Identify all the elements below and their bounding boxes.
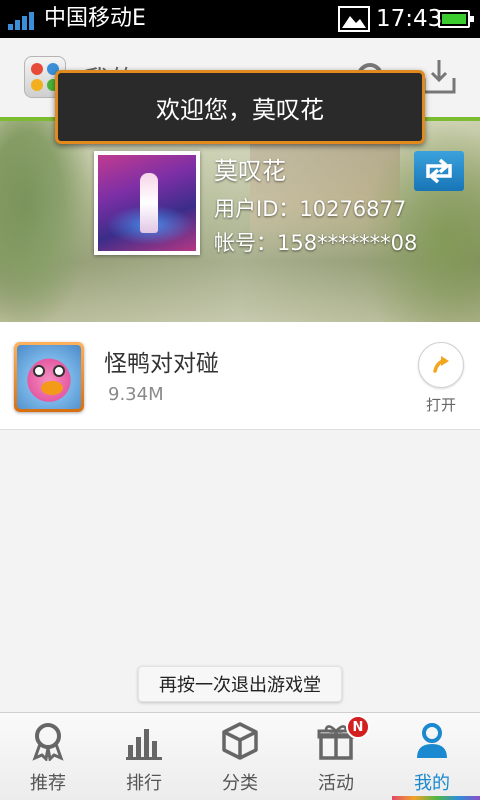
- game-name: 怪鸭对对碰: [104, 351, 219, 377]
- active-tab-indicator: [392, 796, 480, 800]
- tab-mine[interactable]: 我的: [384, 713, 480, 800]
- avatar[interactable]: [94, 151, 200, 255]
- tab-label: 分类: [222, 773, 258, 794]
- tab-category[interactable]: 分类: [192, 713, 288, 800]
- tab-activity[interactable]: N 活动: [288, 713, 384, 800]
- clock: 17:43: [376, 6, 443, 32]
- open-button[interactable]: [418, 342, 464, 388]
- user-icon: [417, 723, 447, 758]
- battery-icon: [438, 10, 474, 28]
- switch-arrows-icon: [426, 158, 452, 184]
- bar-chart-icon: [126, 729, 162, 760]
- game-icon[interactable]: [14, 342, 84, 412]
- switch-account-button[interactable]: [414, 151, 464, 191]
- tab-recommend[interactable]: 推荐: [0, 713, 96, 800]
- profile-banner: 莫叹花 用户ID：10276877 帐号：158*******08: [0, 121, 480, 322]
- cube-icon: [222, 722, 258, 760]
- bottom-nav: 推荐 排行 分类 N 活动 我的: [0, 712, 480, 800]
- status-bar: 中国移动E 17:43: [0, 0, 480, 38]
- carrier-name: 中国移动E: [44, 6, 146, 31]
- download-icon[interactable]: [420, 56, 458, 96]
- signal-icon: [8, 10, 38, 30]
- open-label[interactable]: 打开: [426, 394, 456, 415]
- user-id: 用户ID：10276877: [214, 197, 407, 221]
- game-size: 9.34M: [108, 384, 164, 405]
- arrow-up-icon: [433, 356, 449, 373]
- tab-label: 排行: [126, 773, 162, 794]
- list-item[interactable]: 怪鸭对对碰 9.34M 打开: [0, 322, 480, 430]
- tab-label: 我的: [414, 773, 450, 794]
- tab-label: 活动: [318, 773, 354, 794]
- exit-toast: 再按一次退出游戏堂: [138, 666, 342, 702]
- notification-badge: N: [346, 715, 370, 739]
- user-name: 莫叹花: [214, 157, 286, 185]
- image-notification-icon: [338, 6, 370, 32]
- tab-ranking[interactable]: 排行: [96, 713, 192, 800]
- tab-label: 推荐: [30, 773, 66, 794]
- award-ribbon-icon: [32, 723, 64, 761]
- welcome-toast: 欢迎您，莫叹花: [55, 70, 425, 144]
- user-account: 帐号：158*******08: [214, 231, 418, 255]
